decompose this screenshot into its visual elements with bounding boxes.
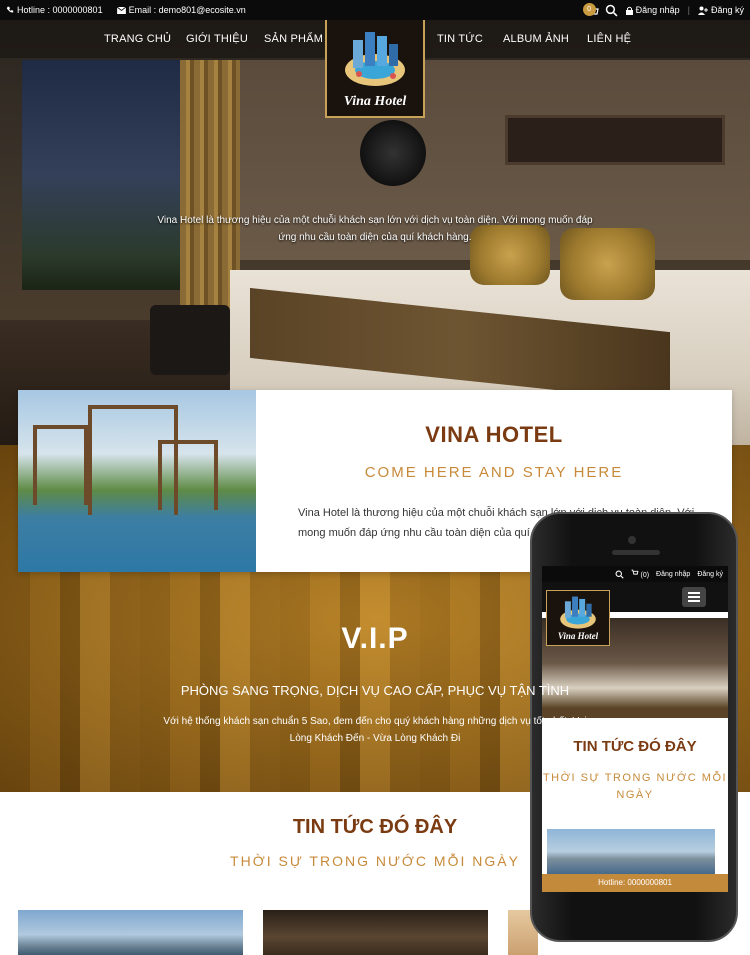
top-bar: Hotline : 0000000801 Email : demo801@eco… bbox=[0, 0, 750, 20]
envelope-icon bbox=[116, 6, 126, 14]
vip-subtitle: PHÒNG SANG TRỌNG, DỊCH VỤ CAO CẤP, PHỤC … bbox=[180, 683, 570, 698]
mobile-login[interactable]: Đăng nhập bbox=[656, 571, 690, 578]
login-text: Đăng nhập bbox=[635, 5, 680, 15]
mobile-register[interactable]: Đăng ký bbox=[697, 571, 723, 578]
mobile-cart[interactable]: (0) bbox=[631, 569, 650, 579]
cabana bbox=[33, 425, 88, 505]
phone-camera bbox=[628, 536, 636, 544]
intro-subtitle: COME HERE AND STAY HERE bbox=[364, 464, 624, 481]
resort-pool-image bbox=[18, 390, 256, 572]
vip-title: V.I.P bbox=[341, 622, 409, 655]
register-text: Đăng ký bbox=[710, 5, 744, 15]
search-icon[interactable] bbox=[605, 4, 618, 17]
login-link[interactable]: Đăng nhập bbox=[625, 5, 680, 15]
search-icon[interactable] bbox=[615, 570, 624, 579]
hero-text: Vina Hotel là thương hiệu của một chuỗi … bbox=[157, 215, 593, 243]
nav-item-home[interactable]: TRANG CHỦ bbox=[104, 33, 171, 45]
site-logo[interactable]: Vina Hotel bbox=[325, 20, 425, 118]
hero-wall-art bbox=[505, 115, 725, 165]
nav-item-products[interactable]: SẢN PHẨM bbox=[264, 33, 323, 45]
hotline-info[interactable]: Hotline : 0000000801 bbox=[6, 5, 103, 15]
phone-icon bbox=[6, 6, 14, 13]
nav-item-album[interactable]: ALBUM ẢNH bbox=[503, 33, 569, 45]
lock-icon bbox=[625, 6, 633, 15]
vip-description: Với hệ thống khách sạn chuẩn 5 Sao, đem … bbox=[163, 716, 587, 744]
mobile-news-subtitle: THỜI SỰ TRONG NƯỚC MỖI NGÀY bbox=[542, 772, 728, 801]
hero-wall-fan bbox=[360, 120, 426, 186]
nav-item-about[interactable]: GIỚI THIỆU bbox=[186, 33, 248, 45]
mobile-cart-count: (0) bbox=[640, 572, 650, 579]
mobile-top-bar: (0) Đăng nhập Đăng ký bbox=[542, 566, 728, 582]
email-text: Email : demo801@ecosite.vn bbox=[128, 5, 246, 15]
email-info[interactable]: Email : demo801@ecosite.vn bbox=[116, 5, 246, 15]
news-thumbnail[interactable] bbox=[263, 910, 488, 955]
hero-side-table bbox=[150, 305, 230, 375]
cart-icon bbox=[631, 569, 638, 575]
hotel-logo-icon bbox=[345, 32, 405, 86]
news-thumbnail[interactable] bbox=[18, 910, 243, 955]
nav-item-news[interactable]: TIN TỨC bbox=[437, 33, 483, 45]
menu-line bbox=[688, 596, 700, 598]
hotline-text: Hotline : 0000000801 bbox=[17, 5, 103, 15]
hamburger-menu-button[interactable] bbox=[682, 587, 706, 607]
logo-text: Vina Hotel bbox=[343, 94, 407, 109]
hero-window-view bbox=[22, 60, 197, 290]
intro-title: VINA HOTEL bbox=[425, 422, 563, 447]
divider: | bbox=[687, 5, 690, 15]
mobile-news-thumbnail[interactable] bbox=[547, 829, 715, 879]
mobile-hotline-bar[interactable]: Hotline: 0000000801 bbox=[542, 874, 728, 892]
register-link[interactable]: Đăng ký bbox=[697, 5, 744, 15]
nav-item-contact[interactable]: LIÊN HỆ bbox=[587, 33, 631, 45]
cart-button[interactable]: 0 bbox=[582, 3, 599, 17]
menu-line bbox=[688, 592, 700, 594]
menu-line bbox=[688, 600, 700, 602]
cabana bbox=[158, 440, 218, 510]
phone-speaker bbox=[612, 550, 660, 555]
user-plus-icon bbox=[697, 6, 708, 15]
cart-count-badge: 0 bbox=[582, 3, 596, 16]
